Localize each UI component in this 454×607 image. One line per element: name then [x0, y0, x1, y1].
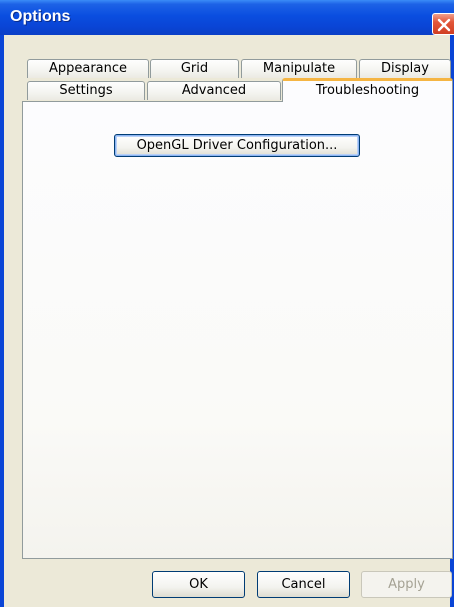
opengl-driver-configuration-button[interactable]: OpenGL Driver Configuration... [114, 134, 360, 157]
tab-settings[interactable]: Settings [27, 81, 145, 100]
apply-button[interactable]: Apply [361, 571, 452, 598]
close-icon [437, 18, 451, 32]
close-button[interactable] [432, 13, 454, 35]
tab-manipulate[interactable]: Manipulate [241, 59, 357, 78]
title-bar[interactable]: Options [0, 0, 454, 35]
tab-grid[interactable]: Grid [150, 59, 239, 78]
options-dialog: Options Appearance Grid Manipulate Displ… [0, 0, 454, 607]
tab-advanced[interactable]: Advanced [147, 81, 281, 100]
window-title: Options [10, 8, 71, 25]
tab-appearance[interactable]: Appearance [27, 59, 149, 78]
tab-display[interactable]: Display [359, 59, 451, 78]
tab-panel-troubleshooting: OpenGL Driver Configuration... [22, 101, 453, 559]
cancel-button[interactable]: Cancel [257, 571, 350, 598]
tab-troubleshooting[interactable]: Troubleshooting [282, 78, 453, 102]
window-border-left [0, 35, 4, 607]
ok-button[interactable]: OK [152, 571, 245, 598]
